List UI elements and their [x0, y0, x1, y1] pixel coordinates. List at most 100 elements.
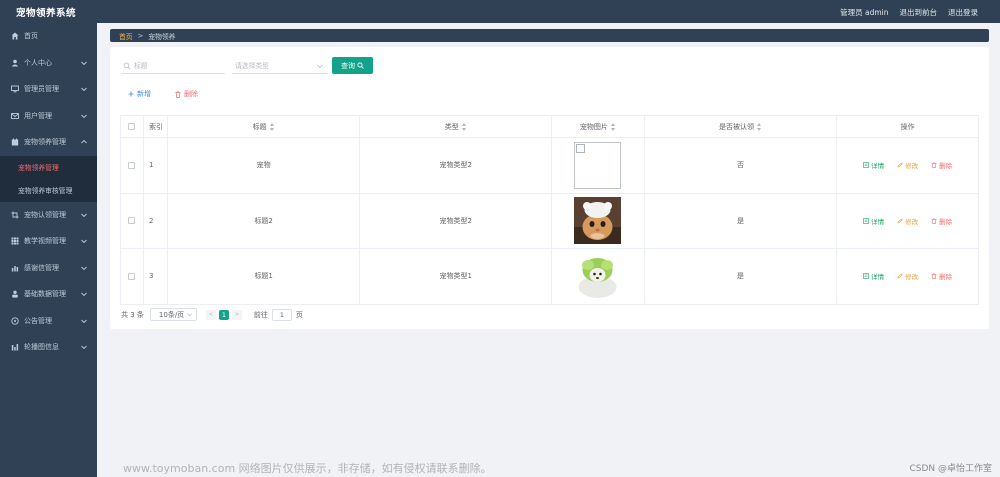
- row-checkbox[interactable]: [128, 217, 136, 225]
- calendar-icon: [10, 137, 20, 147]
- header-claimed-label: 是否被认领: [719, 122, 755, 131]
- page-size-select[interactable]: 10条/页: [149, 308, 197, 321]
- table-header-row: 索引 标题 类型 宠物图片 是否被认领 操作: [121, 116, 978, 138]
- breadcrumb-home[interactable]: 首页: [119, 31, 133, 41]
- cell-claimed: 是: [645, 193, 838, 248]
- cell-ops: 详情 修改 删除: [837, 138, 978, 193]
- document-icon: [863, 217, 869, 224]
- cell-ops: 详情 修改 删除: [837, 249, 978, 304]
- title-search-field[interactable]: [121, 58, 225, 74]
- edit-button[interactable]: 修改: [897, 216, 918, 226]
- header-index: 索引: [144, 116, 168, 137]
- header-type[interactable]: 类型: [360, 116, 552, 137]
- sort-icon[interactable]: [461, 122, 467, 131]
- row-checkbox-cell: [121, 193, 144, 248]
- query-button[interactable]: 查询: [332, 57, 373, 74]
- watermark-credit: CSDN @卓怡工作室: [909, 464, 992, 474]
- batch-delete-button[interactable]: 删除: [175, 89, 198, 99]
- edit-icon: [897, 218, 903, 224]
- chevron-down-icon: [81, 114, 87, 118]
- chevron-down-icon: [81, 87, 87, 92]
- sidebar-item-base-data[interactable]: 基础数据管理: [0, 281, 97, 308]
- goto-page-input[interactable]: [271, 308, 292, 321]
- delete-button[interactable]: 删除: [931, 216, 952, 226]
- sort-icon[interactable]: [757, 122, 762, 131]
- sort-icon[interactable]: [269, 122, 275, 131]
- sidebar-item-label: 个人中心: [24, 58, 52, 67]
- edit-button[interactable]: 修改: [897, 160, 918, 170]
- sidebar-item-claim[interactable]: 宠物认领管理: [0, 202, 97, 229]
- row-checkbox[interactable]: [128, 161, 136, 169]
- title-search-input[interactable]: [134, 61, 224, 70]
- trash-icon: [175, 90, 181, 98]
- total-count: 共 3 条: [121, 310, 144, 319]
- header-image-label: 宠物图片: [579, 122, 608, 131]
- bell-icon: [10, 316, 20, 326]
- sidebar-item-notices[interactable]: 公告管理: [0, 308, 97, 335]
- prev-page-button[interactable]: <: [205, 309, 216, 320]
- sidebar-item-thanks[interactable]: 感谢信管理: [0, 255, 97, 282]
- sort-icon[interactable]: [610, 122, 616, 131]
- edit-label: 修改: [905, 162, 919, 171]
- row-checkbox-cell: [121, 138, 144, 193]
- sidebar-item-users[interactable]: 用户管理: [0, 103, 97, 130]
- header-title[interactable]: 标题: [168, 116, 361, 137]
- delete-button[interactable]: 删除: [931, 271, 952, 281]
- crop-icon: [10, 210, 20, 220]
- type-select-input[interactable]: [235, 61, 325, 70]
- search-icon: [123, 62, 131, 70]
- next-page-button[interactable]: >: [231, 309, 242, 320]
- sidebar-item-carousel[interactable]: 轮播图信息: [0, 334, 97, 361]
- detail-button[interactable]: 详情: [863, 271, 884, 281]
- cell-index: 2: [144, 193, 168, 248]
- broken-image-icon[interactable]: [574, 141, 622, 189]
- select-all-checkbox[interactable]: [128, 123, 136, 130]
- detail-button[interactable]: 详情: [863, 160, 884, 170]
- cell-claimed: 否: [645, 138, 838, 193]
- query-button-label: 查询: [341, 61, 355, 70]
- plus-icon: [128, 91, 134, 97]
- page-number-button[interactable]: 1: [218, 309, 229, 320]
- cat-photo[interactable]: [574, 197, 622, 245]
- add-button-label: 新增: [137, 90, 151, 98]
- logout-link[interactable]: 退出登录: [948, 7, 978, 18]
- sidebar-item-home[interactable]: 首页: [0, 23, 97, 50]
- sidebar-item-videos[interactable]: 教学视频管理: [0, 228, 97, 255]
- delete-label: 删除: [939, 273, 953, 282]
- type-select[interactable]: [232, 58, 328, 74]
- header-image[interactable]: 宠物图片: [552, 116, 645, 137]
- header-claimed[interactable]: 是否被认领: [645, 116, 838, 137]
- back-to-front-link[interactable]: 退出到前台: [900, 7, 938, 18]
- row-checkbox[interactable]: [128, 272, 136, 280]
- edit-icon: [897, 162, 903, 168]
- select-all-cell: [121, 116, 144, 137]
- submenu-item-adoption-manage[interactable]: 宠物领养管理: [0, 156, 97, 179]
- adoption-submenu: 宠物领养管理 宠物领养审核管理: [0, 155, 97, 202]
- chevron-down-icon: [81, 61, 87, 65]
- batch-delete-label: 删除: [184, 90, 198, 98]
- breadcrumb-separator: >: [137, 31, 144, 40]
- dog-photo[interactable]: [574, 252, 622, 300]
- add-button[interactable]: 新增: [128, 89, 151, 99]
- submenu-item-adoption-review[interactable]: 宠物领养审核管理: [0, 179, 97, 202]
- delete-label: 删除: [939, 217, 953, 226]
- edit-label: 修改: [905, 217, 919, 226]
- detail-label: 详情: [871, 273, 885, 282]
- sidebar-item-personal-center[interactable]: 个人中心: [0, 50, 97, 77]
- table-row: 2 标题2 宠物类型2 是 详情 修改 删除: [121, 193, 978, 249]
- sidebar: 首页 个人中心 管理员管理 用户管理 宠物领养管理 宠物领养管理 宠物领养审核管…: [0, 23, 97, 477]
- grid-icon: [10, 236, 20, 246]
- chevron-down-icon: [81, 319, 87, 323]
- delete-button[interactable]: 删除: [931, 160, 952, 170]
- sidebar-item-admin[interactable]: 管理员管理: [0, 76, 97, 103]
- detail-label: 详情: [871, 162, 885, 171]
- sidebar-item-adoption[interactable]: 宠物领养管理: [0, 129, 97, 156]
- trash-icon: [931, 162, 937, 169]
- cell-title: 宠物: [168, 138, 361, 193]
- page-size-value: 10条/页: [158, 310, 185, 319]
- edit-button[interactable]: 修改: [897, 271, 918, 281]
- header-type-label: 类型: [444, 122, 459, 131]
- document-icon: [863, 162, 869, 169]
- detail-button[interactable]: 详情: [863, 216, 884, 226]
- cell-type: 宠物类型2: [360, 138, 552, 193]
